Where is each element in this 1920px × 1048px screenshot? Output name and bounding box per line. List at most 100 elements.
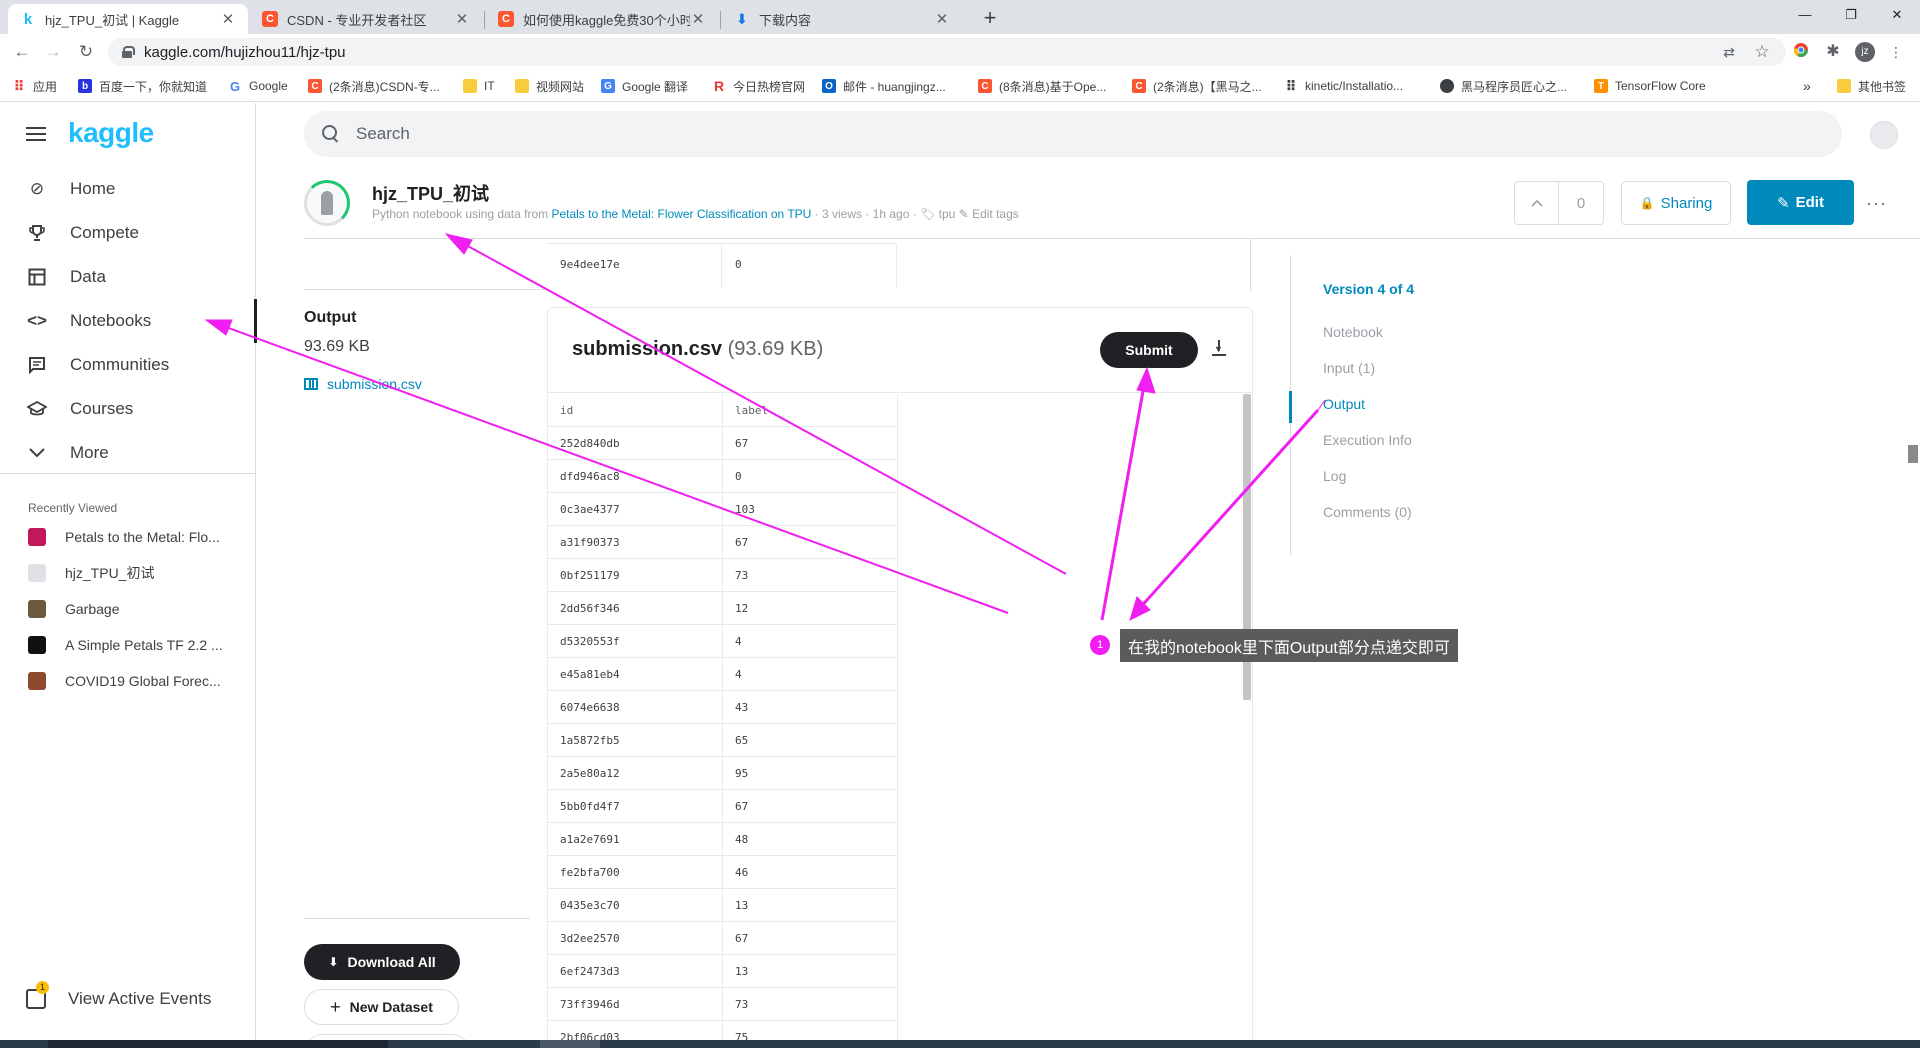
close-icon[interactable]: ✕ — [934, 10, 950, 28]
minimize-button[interactable]: — — [1782, 4, 1828, 26]
sidebar-item-notebooks[interactable]: <> Notebooks — [0, 299, 257, 343]
table-cell-label: 67 — [723, 427, 898, 460]
sidebar-item-compete[interactable]: Compete — [0, 211, 256, 255]
bookmark-csdn-heima[interactable]: C (2条消息)【黑马之... — [1132, 77, 1262, 95]
lock-icon: 🔒 — [1639, 196, 1655, 210]
toc-item-log[interactable]: Log — [1323, 468, 1346, 484]
bookmarks-overflow-button[interactable]: » — [1803, 77, 1811, 95]
recent-item-label: Petals to the Metal: Flo... — [65, 529, 220, 545]
bookmark-other[interactable]: 其他书签 — [1837, 77, 1906, 95]
bookmark-folder-video[interactable]: 视频网站 — [515, 77, 584, 95]
sharing-button[interactable]: 🔒 Sharing — [1621, 181, 1731, 225]
table-cell-id: 6074e6638 — [548, 691, 723, 724]
download-all-button[interactable]: ⬇ Download All — [304, 944, 460, 980]
table-cell-label: 43 — [723, 691, 898, 724]
bookmark-baidu[interactable]: b 百度一下，你就知道 — [78, 77, 207, 95]
download-icon[interactable] — [1209, 338, 1229, 360]
hamburger-menu-icon[interactable] — [26, 127, 46, 141]
window-close-button[interactable]: ✕ — [1874, 4, 1920, 26]
recent-item[interactable]: Garbage — [28, 599, 119, 619]
table-cell-id: e45a81eb4 — [548, 658, 723, 691]
bookmark-outlook[interactable]: O 邮件 - huangjingz... — [822, 77, 946, 95]
notebook-author-avatar[interactable] — [304, 180, 350, 226]
browser-tab-kaggle[interactable]: k hjz_TPU_初试 | Kaggle ✕ — [8, 4, 248, 34]
tag-label[interactable]: tpu — [939, 207, 956, 221]
meta-stats: · 3 views · 1h ago · — [811, 207, 921, 221]
dataset-link[interactable]: Petals to the Metal: Flower Classificati… — [551, 207, 811, 221]
extension-chrome-icon[interactable] — [1791, 42, 1811, 62]
bookmark-csdn-opencv[interactable]: C (8条消息)基于Ope... — [978, 77, 1106, 95]
table-cell-label: 46 — [723, 856, 898, 889]
recent-item[interactable]: COVID19 Global Forec... — [28, 671, 221, 691]
edit-button[interactable]: ✎ Edit — [1747, 180, 1854, 225]
bookmark-heima[interactable]: 黑马程序员匠心之... — [1440, 77, 1567, 95]
bookmark-csdn[interactable]: C (2条消息)CSDN-专... — [308, 77, 440, 95]
output-file-link[interactable]: submission.csv — [304, 376, 422, 392]
toc-item-comments[interactable]: Comments (0) — [1323, 504, 1412, 520]
bookmark-tensorflow[interactable]: T TensorFlow Core — [1594, 77, 1706, 95]
browser-tab-csdn[interactable]: C CSDN - 专业开发者社区 ✕ — [250, 4, 482, 34]
new-tab-button[interactable]: + — [977, 6, 1003, 32]
arrow-head — [444, 233, 473, 255]
table-icon — [26, 266, 48, 288]
extensions-puzzle-icon[interactable]: ✱ — [1823, 42, 1843, 62]
toc-item-notebook[interactable]: Notebook — [1323, 324, 1383, 340]
sidebar-item-courses[interactable]: Courses — [0, 387, 256, 431]
version-label[interactable]: Version 4 of 4 — [1323, 281, 1414, 297]
profile-avatar[interactable]: jz — [1855, 42, 1875, 62]
close-icon[interactable]: ✕ — [690, 10, 706, 28]
edit-tags-link[interactable]: Edit tags — [972, 207, 1019, 221]
sidebar-item-home[interactable]: ⊘ Home — [0, 167, 256, 211]
user-avatar[interactable] — [1870, 121, 1898, 149]
annotation-tooltip: 在我的notebook里下面Output部分点递交即可 — [1120, 629, 1458, 662]
reload-icon[interactable]: ↻ — [76, 42, 96, 62]
table-cell-id: 3d2ee2570 — [548, 922, 723, 955]
close-icon[interactable]: ✕ — [220, 10, 236, 28]
previous-output-table: 9e4dee17e 0 — [547, 243, 897, 291]
restore-button[interactable]: ❐ — [1828, 4, 1874, 26]
back-arrow-icon[interactable]: ← — [12, 42, 32, 62]
browser-tab-downloads[interactable]: ⬇ 下载内容 ✕ — [722, 4, 962, 34]
bookmark-apps[interactable]: ⠿ 应用 — [12, 77, 57, 95]
search-input[interactable]: Search — [304, 111, 1842, 157]
toc-item-execution-info[interactable]: Execution Info — [1323, 432, 1412, 448]
bookmark-tophub[interactable]: R 今日热榜官网 — [712, 77, 805, 95]
taskbar-segment — [540, 1040, 600, 1048]
table-cell-label: 13 — [723, 955, 898, 988]
table-cell: 0 — [722, 244, 897, 288]
tensorflow-icon: T — [1594, 79, 1608, 93]
bookmark-star-icon[interactable]: ☆ — [1752, 42, 1772, 62]
bookmark-folder-it[interactable]: IT — [463, 77, 495, 95]
browser-tab-csdn-article[interactable]: C 如何使用kaggle免费30个小时的 ✕ — [486, 4, 718, 34]
forward-arrow-icon[interactable]: → — [43, 42, 63, 62]
translate-icon[interactable]: ⇄ — [1719, 42, 1739, 62]
toc-item-input[interactable]: Input (1) — [1323, 360, 1375, 376]
page-scrollbar[interactable] — [1908, 445, 1918, 463]
bookmark-google[interactable]: G Google — [228, 77, 288, 95]
recent-item[interactable]: Petals to the Metal: Flo... — [28, 527, 220, 547]
upvote-button[interactable] — [1515, 182, 1559, 224]
close-icon[interactable]: ✕ — [454, 10, 470, 28]
kaggle-logo[interactable]: kaggle — [68, 117, 154, 149]
table-row: 6ef2473d3 13 — [548, 955, 898, 988]
bookmark-kinetic[interactable]: ⠿ kinetic/Installatio... — [1284, 77, 1404, 95]
recent-item[interactable]: A Simple Petals TF 2.2 ... — [28, 635, 223, 655]
view-active-events[interactable]: 1 View Active Events — [26, 981, 211, 1009]
sidebar-item-data[interactable]: Data — [0, 255, 256, 299]
sidebar-item-more[interactable]: More — [0, 431, 256, 475]
table-file-icon — [304, 378, 318, 390]
table-row: a1a2e7691 48 — [548, 823, 898, 856]
bookmark-label: kinetic/Installatio... — [1305, 79, 1404, 93]
table-cell-label: 67 — [723, 922, 898, 955]
more-options-icon[interactable]: ··· — [1866, 193, 1887, 214]
submit-button[interactable]: Submit — [1100, 332, 1198, 368]
recent-item[interactable]: hjz_TPU_初试 — [28, 563, 154, 583]
new-dataset-button[interactable]: + New Dataset — [304, 989, 459, 1025]
bookmark-google-translate[interactable]: G Google 翻译 — [601, 77, 688, 95]
table-row: 252d840db 67 — [548, 427, 898, 460]
table-row: e45a81eb4 4 — [548, 658, 898, 691]
toc-item-output[interactable]: Output — [1323, 396, 1365, 412]
browser-menu-icon[interactable]: ⋮ — [1886, 42, 1906, 62]
sidebar-item-communities[interactable]: Communities — [0, 343, 256, 387]
address-bar[interactable]: kaggle.com/hujizhou11/hjz-tpu — [108, 38, 1786, 66]
